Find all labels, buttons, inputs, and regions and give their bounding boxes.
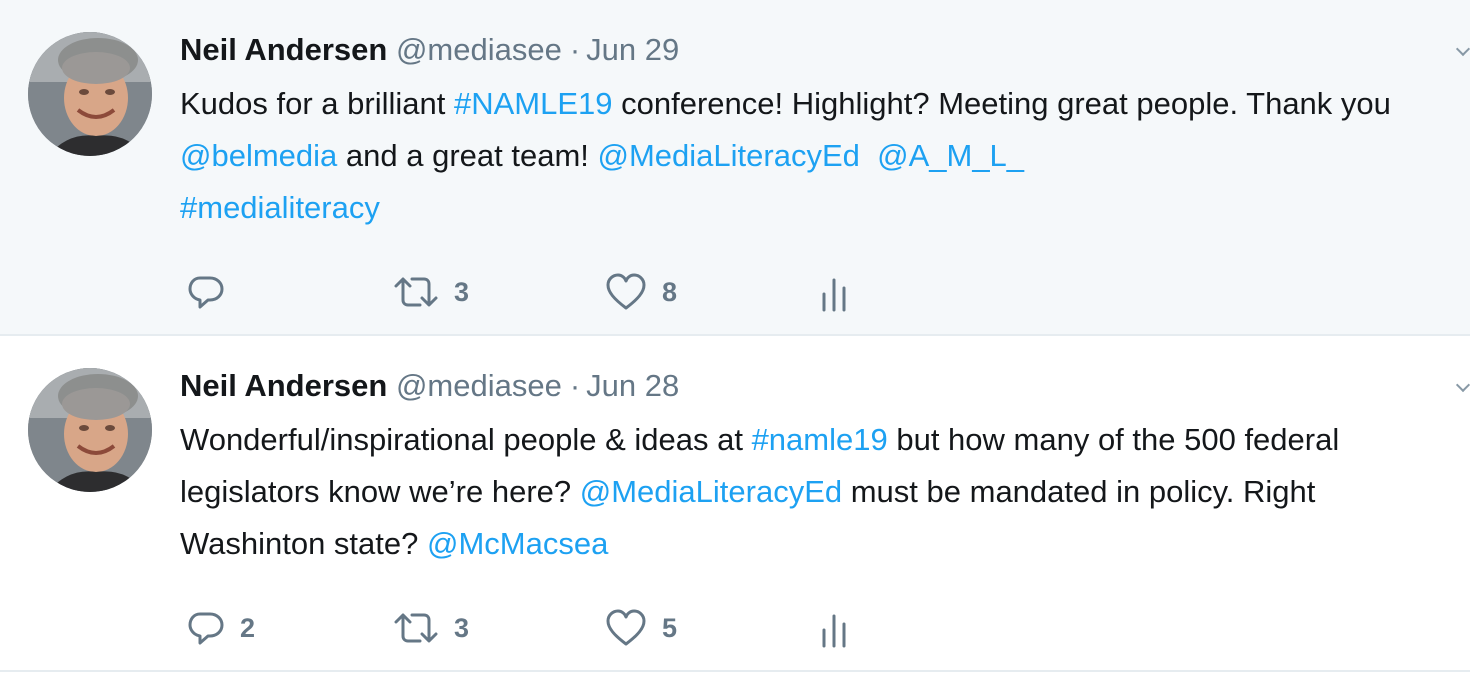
analytics-button[interactable] [818, 602, 850, 654]
heart-icon [606, 609, 646, 646]
author-handle[interactable]: @mediasee [396, 32, 562, 67]
avatar[interactable] [28, 368, 152, 492]
analytics-icon [822, 278, 846, 312]
reply-button[interactable]: 2 [186, 602, 255, 654]
reply-count: 2 [240, 612, 256, 643]
hashtag-link[interactable]: #medialiteracy [180, 190, 380, 225]
text-segment [860, 138, 877, 173]
retweet-count: 3 [454, 276, 470, 307]
reply-button[interactable] [186, 266, 240, 318]
tweet-actions: 3 8 [0, 266, 1470, 318]
tweet-header: Neil Andersen @mediasee · Jun 28 [180, 366, 679, 406]
hashtag-link[interactable]: #namle19 [752, 422, 888, 457]
tweet[interactable]: Neil Andersen @mediasee · Jun 29 Kudos for… [0, 0, 1470, 336]
mention-link[interactable]: @MediaLiteracyEd [580, 474, 842, 509]
text-segment: Kudos for a brilliant [180, 86, 454, 121]
chevron-down-icon[interactable] [1455, 377, 1470, 393]
like-button[interactable]: 5 [604, 602, 677, 654]
retweet-button[interactable]: 3 [392, 602, 469, 654]
reply-icon [188, 276, 224, 309]
heart-icon [606, 273, 646, 310]
author-handle[interactable]: @mediasee [396, 368, 562, 403]
tweet-actions: 2 3 5 [0, 602, 1470, 654]
tweet-text: Wonderful/inspirational people & ideas a… [180, 414, 1450, 570]
analytics-button[interactable] [818, 266, 850, 318]
tweet-header: Neil Andersen @mediasee · Jun 29 [180, 30, 679, 70]
retweet-count: 3 [454, 612, 470, 643]
tweet-text: Kudos for a brilliant #NAMLE19 conferenc… [180, 78, 1450, 234]
mention-link[interactable]: @A_M_L_ [877, 138, 1024, 173]
hashtag-link[interactable]: #NAMLE19 [454, 86, 613, 121]
tweet-feed: Neil Andersen @mediasee · Jun 29 Kudos for… [0, 0, 1470, 690]
text-segment: Wonderful/inspirational people & ideas a… [180, 422, 752, 457]
like-button[interactable]: 8 [604, 266, 677, 318]
retweet-icon [394, 613, 438, 643]
author-name[interactable]: Neil Andersen [180, 32, 387, 67]
tweet-date[interactable]: Jun 29 [586, 32, 679, 67]
reply-icon [188, 612, 224, 645]
like-count: 8 [662, 276, 678, 307]
separator-dot: · [569, 368, 581, 403]
author-name[interactable]: Neil Andersen [180, 368, 387, 403]
text-segment: conference! Highlight? Meeting great peo… [612, 86, 1391, 121]
retweet-icon [394, 277, 438, 307]
mention-link[interactable]: @belmedia [180, 138, 337, 173]
text-segment: and a great team! [337, 138, 598, 173]
mention-link[interactable]: @McMacsea [427, 526, 608, 561]
mention-link[interactable]: @MediaLiteracyEd [598, 138, 860, 173]
separator-dot: · [569, 32, 581, 67]
avatar-photo [28, 368, 152, 492]
tweet[interactable]: Neil Andersen @mediasee · Jun 28 Wonderful… [0, 336, 1470, 672]
tweet-date[interactable]: Jun 28 [586, 368, 679, 403]
analytics-icon [822, 614, 846, 648]
retweet-button[interactable]: 3 [392, 266, 469, 318]
avatar[interactable] [28, 32, 152, 156]
avatar-photo [28, 32, 152, 156]
chevron-down-icon[interactable] [1455, 41, 1470, 57]
like-count: 5 [662, 612, 678, 643]
